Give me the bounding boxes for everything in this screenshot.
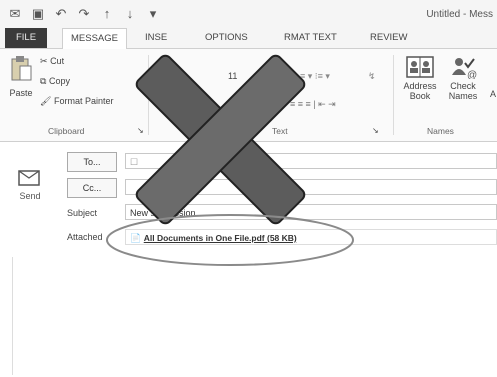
- highlight-ellipse: [106, 214, 354, 266]
- format-painter-button[interactable]: 🖌 Format Painter: [40, 96, 113, 107]
- message-body[interactable]: [12, 257, 493, 375]
- paste-button[interactable]: Paste: [6, 55, 36, 115]
- to-button[interactable]: To...: [67, 152, 117, 172]
- quick-access-toolbar: ✉ ▣ ↶ ↷ ↑ ↓ ▾: [8, 6, 160, 22]
- format-painter-label: Format Painter: [53, 96, 114, 106]
- up-arrow-icon[interactable]: ↑: [100, 6, 114, 22]
- customize-icon[interactable]: ▾: [146, 6, 160, 22]
- address-book-label-1: Address: [403, 81, 437, 91]
- tab-format-text[interactable]: RMAT TEXT: [284, 32, 337, 43]
- clear-format-icon[interactable]: ↯: [368, 71, 376, 82]
- down-arrow-icon[interactable]: ↓: [123, 6, 137, 22]
- address-book-icon: [406, 56, 434, 78]
- tab-review[interactable]: REVIEW: [370, 32, 407, 43]
- tab-message[interactable]: MESSAGE: [62, 28, 127, 49]
- mail-icon[interactable]: ✉: [8, 6, 22, 22]
- check-names-button[interactable]: @ Check Names: [443, 55, 483, 101]
- send-label: Send: [19, 191, 41, 201]
- cross-mark-icon: [135, 54, 306, 225]
- send-icon: [18, 170, 40, 186]
- copy-icon: ⧉: [40, 76, 47, 86]
- address-book-button[interactable]: Address Book: [400, 55, 440, 101]
- clipboard-group-label: Clipboard: [48, 126, 85, 136]
- address-book-label-2: Book: [409, 91, 431, 101]
- save-icon[interactable]: ▣: [31, 6, 45, 22]
- attached-label: Attached: [67, 232, 103, 242]
- cc-button[interactable]: Cc...: [67, 178, 117, 198]
- ribbon-tabs: FILE MESSAGE INSE OPTIONS RMAT TEXT REVI…: [0, 28, 497, 49]
- check-names-label-1: Check: [450, 81, 476, 91]
- tab-insert[interactable]: INSE: [145, 32, 167, 43]
- tab-file[interactable]: FILE: [5, 28, 47, 48]
- clipboard-icon: [11, 56, 32, 81]
- text-dialog-launcher-icon[interactable]: ↘: [372, 126, 379, 135]
- title-bar: ✉ ▣ ↶ ↷ ↑ ↓ ▾ Untitled - Mess: [0, 0, 497, 28]
- cut-button[interactable]: ✂ Cut: [40, 56, 64, 67]
- send-button[interactable]: Send: [12, 161, 48, 231]
- undo-icon[interactable]: ↶: [54, 6, 68, 22]
- tab-options[interactable]: OPTIONS: [205, 32, 248, 43]
- redo-icon[interactable]: ↷: [77, 6, 91, 22]
- names-group-label: Names: [427, 126, 454, 136]
- ribbon-overflow: A: [490, 89, 497, 99]
- copy-button[interactable]: ⧉ Copy: [40, 76, 70, 87]
- scissors-icon: ✂: [40, 56, 48, 66]
- ribbon-separator: [393, 55, 394, 135]
- cut-label: Cut: [50, 56, 65, 66]
- check-names-label-2: Names: [448, 91, 478, 101]
- brush-icon: 🖌: [40, 96, 52, 106]
- paste-label: Paste: [9, 88, 33, 98]
- window-title: Untitled - Mess: [426, 9, 493, 20]
- svg-text:@: @: [467, 70, 477, 79]
- check-names-icon: @: [452, 58, 477, 81]
- copy-label: Copy: [48, 76, 70, 86]
- subject-label: Subject: [67, 208, 98, 218]
